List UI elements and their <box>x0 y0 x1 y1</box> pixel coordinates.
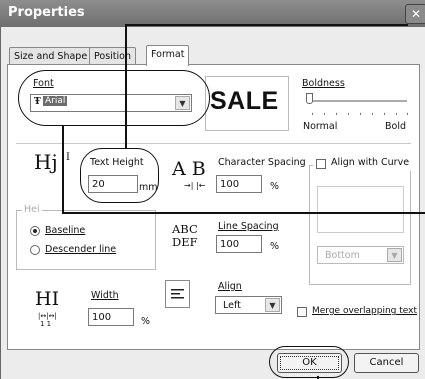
callout-line <box>125 24 408 26</box>
callout-line <box>62 212 425 214</box>
height-reference-group <box>16 210 156 270</box>
align-value: Left <box>223 300 241 311</box>
font-preview: SALE <box>205 76 289 131</box>
tab-size-and-shape[interactable]: Size and Shape <box>9 47 93 65</box>
boldness-label: Boldness <box>302 78 345 89</box>
line-spacing-label: Line Spacing <box>218 221 279 232</box>
width-input[interactable]: 100 <box>88 308 134 326</box>
curve-position-value: Bottom <box>325 250 360 261</box>
baseline-label: Baseline <box>45 225 86 236</box>
width-unit: % <box>141 316 151 327</box>
separator <box>16 143 411 144</box>
slider-ticks <box>312 108 408 115</box>
callout-text-height <box>80 148 159 203</box>
spacing-arrows-icon: →| |← <box>184 181 206 190</box>
tab-position[interactable]: Position <box>89 47 136 65</box>
merge-overlapping-label: Merge overlapping text <box>312 306 418 316</box>
align-dropdown[interactable]: Left ▼ <box>215 296 282 314</box>
properties-window: Properties ✕ Size and Shape Position For… <box>0 0 425 379</box>
line-spacing-input[interactable]: 100 <box>216 235 262 253</box>
curve-preview <box>317 186 404 233</box>
boldness-max-label: Bold <box>385 121 406 132</box>
align-with-curve-label: Align with Curve <box>331 157 410 168</box>
window-title: Properties <box>8 5 85 20</box>
callout-font <box>18 70 210 126</box>
callout-line <box>62 126 64 214</box>
descender-line-radio[interactable] <box>30 245 40 255</box>
width-label: Width <box>91 290 119 301</box>
boldness-min-label: Normal <box>303 121 338 132</box>
curve-position-dropdown[interactable]: Bottom ▼ <box>317 246 404 264</box>
merge-overlapping-checkbox[interactable] <box>297 307 307 317</box>
align-with-curve-checkbox[interactable] <box>316 159 326 169</box>
character-spacing-label: Character Spacing <box>218 157 306 168</box>
line-spacing-unit: % <box>270 241 280 252</box>
baseline-radio[interactable] <box>30 226 40 236</box>
character-spacing-icon: A B <box>172 158 206 180</box>
align-left-icon <box>165 280 190 308</box>
width-icon-sub: 1 1 <box>40 320 52 328</box>
line-spacing-icon: ABC DEF <box>172 223 198 249</box>
line-spacing-icon-line2: DEF <box>172 235 198 249</box>
character-spacing-input[interactable]: 100 <box>216 175 262 193</box>
align-label: Align <box>218 281 242 292</box>
preview-text: SALE <box>210 87 279 115</box>
callout-ok <box>269 346 349 378</box>
boldness-slider-track[interactable] <box>307 100 407 102</box>
character-spacing-unit: % <box>270 181 280 192</box>
height-marker-icon: I <box>66 152 70 163</box>
align-with-curve-header: Align with Curve <box>313 157 412 171</box>
width-arrows-icon: |↔|↔| <box>38 312 57 320</box>
text-height-icon: Hj <box>34 150 58 174</box>
boldness-slider-thumb[interactable] <box>306 93 313 104</box>
close-icon[interactable]: ✕ <box>405 4 425 24</box>
chevron-down-icon[interactable]: ▼ <box>387 248 402 262</box>
width-icon: HI <box>35 288 60 310</box>
callout-line <box>125 24 127 148</box>
descender-line-label: Descender line <box>45 244 117 255</box>
chevron-down-icon[interactable]: ▼ <box>265 298 280 312</box>
cancel-button[interactable]: Cancel <box>354 353 419 373</box>
height-reference-label: Hei <box>22 204 42 215</box>
tab-format[interactable]: Format <box>146 45 190 66</box>
